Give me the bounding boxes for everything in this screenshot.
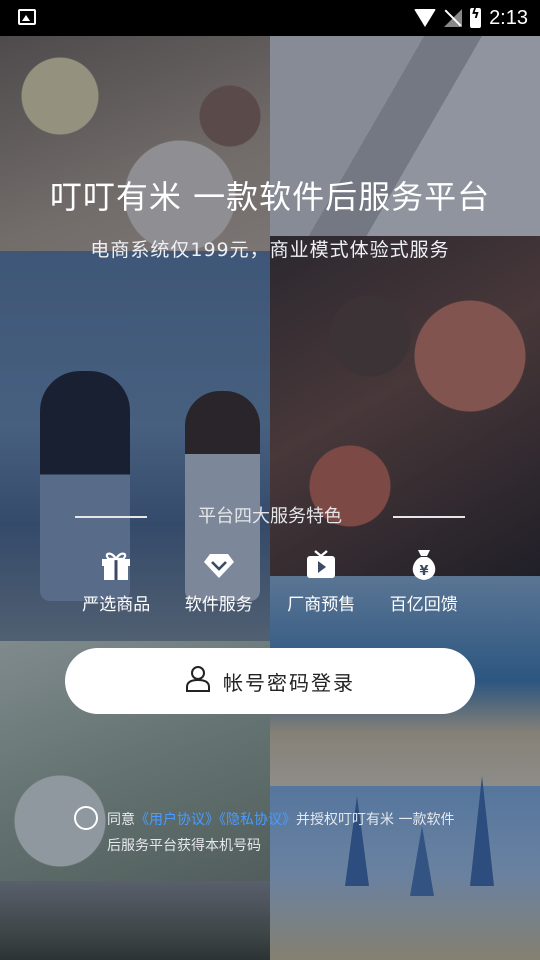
user-agreement-link[interactable]: 《用户协议》 [135,812,219,828]
feature-label: 厂商预售 [287,595,356,615]
wifi-icon [414,9,437,27]
gift-icon [99,548,133,582]
agree-checkbox[interactable] [74,806,98,830]
login-button-label: 帐号密码登录 [223,670,355,695]
feature-label: 软件服务 [184,595,253,615]
tv-play-icon [304,548,338,582]
page-title: 叮叮有米 一款软件后服务平台 [49,178,491,216]
image-icon [18,9,36,25]
diamond-icon [202,548,236,582]
page-subtitle: 电商系统仅199元，商业模式体验式服务 [90,239,450,261]
feature-item-rebate[interactable]: ¥ 百亿回馈 [373,548,476,615]
status-time: 2:13 [489,6,528,29]
no-signal-icon [444,9,463,27]
feature-item-presale[interactable]: 厂商预售 [270,548,373,615]
divider [393,516,465,518]
svg-text:¥: ¥ [419,564,428,579]
status-bar: 2:13 [0,0,540,36]
money-bag-icon: ¥ [407,548,441,582]
user-icon [185,665,211,697]
features-list: 严选商品 软件服务 厂商预售 ¥ 百亿回馈 [65,548,475,615]
battery-charging-icon [470,7,482,28]
feature-item-strict-goods[interactable]: 严选商品 [65,548,168,615]
features-header: 平台四大服务特色 [0,502,540,528]
feature-label: 百亿回馈 [389,595,458,615]
agreement-prefix: 同意 [107,812,135,828]
feature-label: 严选商品 [82,595,151,615]
features-title: 平台四大服务特色 [198,506,342,527]
agreement-text: 同意《用户协议》《隐私协议》并授权叮叮有米 一款软件后服务平台获得本机号码 [107,807,467,859]
account-password-login-button[interactable]: 帐号密码登录 [65,648,475,714]
feature-item-software-service[interactable]: 软件服务 [168,548,271,615]
privacy-policy-link[interactable]: 《隐私协议》 [219,812,296,828]
